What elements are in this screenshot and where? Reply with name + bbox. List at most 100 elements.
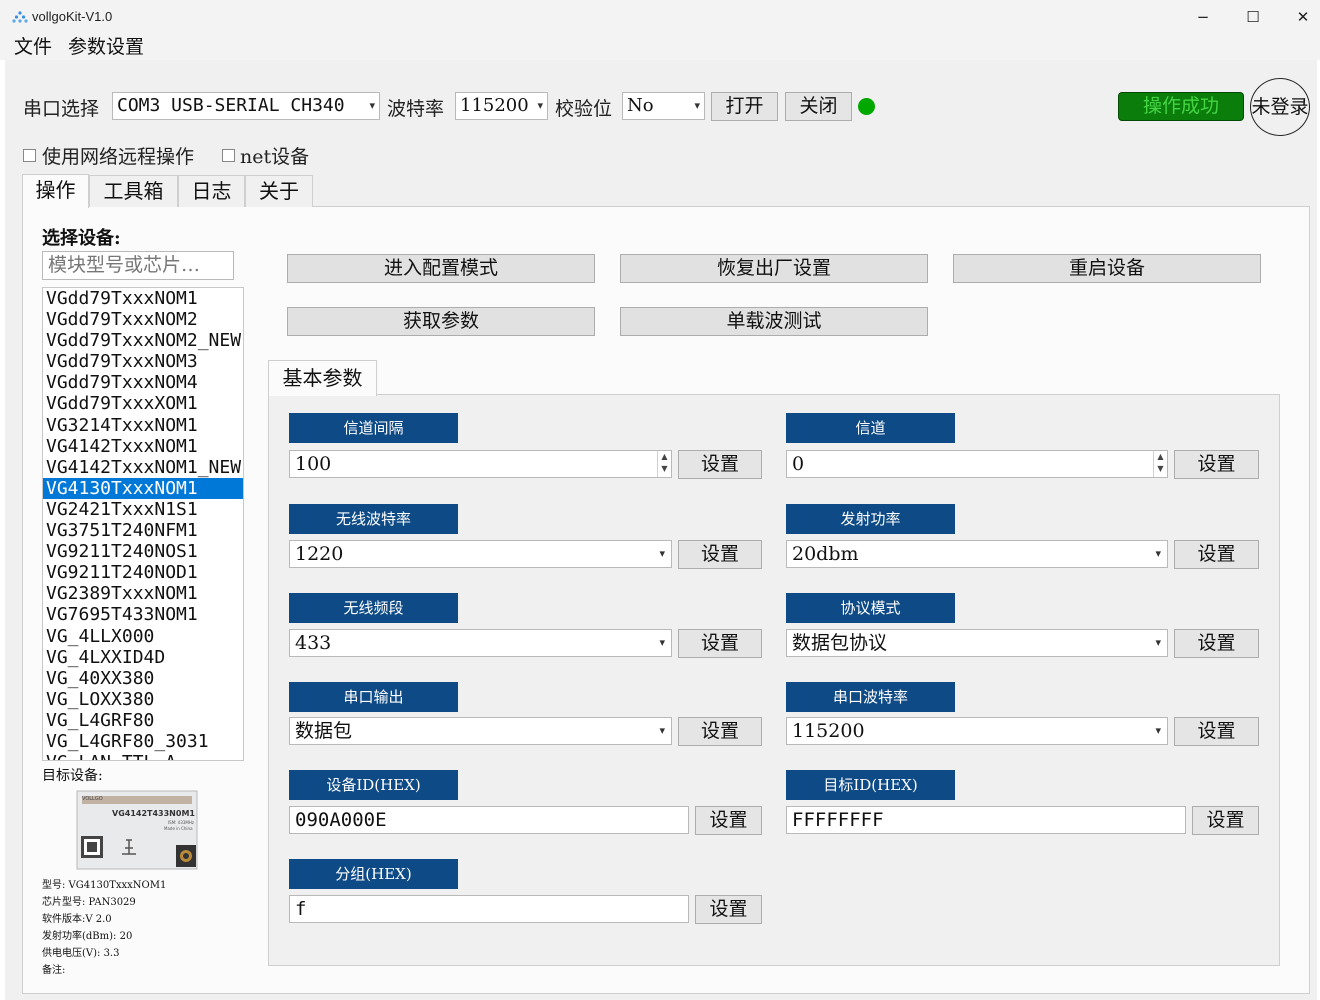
device-list-item[interactable]: VG_L4GRF80 [43,710,243,731]
select-device-label: 选择设备: [42,228,121,249]
air-rate-value: 1220 [295,543,344,565]
device-id-input[interactable]: 090A000E [289,806,689,834]
module-image: VOLLGO VG4142T433N0M1 ISM: 433MHz Made i… [76,790,198,870]
set-tx-power-button[interactable]: 设置 [1174,540,1259,569]
device-list-item[interactable]: VG_4LLX000 [43,626,243,647]
set-protocol-button[interactable]: 设置 [1174,629,1259,658]
device-list-item[interactable]: VGdd79TxxxNOM2_NEW [43,330,243,351]
chevron-down-icon: ▾ [1155,547,1161,560]
connection-status-indicator [858,98,875,115]
set-uart-output-button[interactable]: 设置 [678,717,762,746]
device-list-item[interactable]: VG4142TxxxNOM1 [43,436,243,457]
device-list-item[interactable]: VG_L4GRF80_3031 [43,731,243,752]
set-target-id-button[interactable]: 设置 [1192,806,1259,835]
channel-spacing-input[interactable]: 100 ▲ ▼ [289,450,672,478]
device-list[interactable]: VGdd79TxxxNOM1 VGdd79TxxxNOM2 VGdd79TxxxNO… [42,287,244,761]
chevron-down-icon: ▾ [694,99,700,112]
reboot-button[interactable]: 重启设备 [953,254,1261,283]
menu-file[interactable]: 文件 [14,32,52,59]
set-uart-baud-button[interactable]: 设置 [1174,717,1259,746]
set-channel-spacing-button[interactable]: 设置 [678,450,762,479]
minimize-button[interactable]: − [1180,4,1226,32]
channel-label: 信道 [786,413,955,443]
chevron-down-icon: ▾ [537,99,543,112]
login-button[interactable]: 未登录 [1250,78,1310,136]
protocol-label: 协议模式 [786,593,955,623]
window-title: vollgoKit-V1.0 [32,9,113,24]
close-port-button[interactable]: 关闭 [785,92,852,121]
port-value: COM3 USB-SERIAL CH340 [117,95,345,116]
module-brand: VOLLGO [82,796,103,802]
menu-param-settings[interactable]: 参数设置 [68,32,144,59]
device-list-item[interactable]: VGdd79TxxxNOM3 [43,351,243,372]
device-search-input[interactable]: 模块型号或芯片… [42,251,234,280]
target-id-input[interactable]: FFFFFFFF [786,806,1186,834]
net-checkbox[interactable] [222,149,235,162]
tab-operate[interactable]: 操作 [22,174,89,208]
channel-input[interactable]: 0 ▲ ▼ [786,450,1168,478]
channel-spacing-value: 100 [295,453,332,475]
carrier-test-button[interactable]: 单载波测试 [620,307,928,336]
info-firmware: 软件版本:V 2.0 [42,914,112,925]
target-device-label: 目标设备: [42,768,103,784]
device-list-item[interactable]: VG_LOXX380 [43,689,243,710]
baud-select[interactable]: 115200 ▾ [455,92,548,120]
device-list-item[interactable]: VGdd79TxxxNOM4 [43,372,243,393]
module-name: VG4142T433N0M1 [112,809,195,818]
device-list-item[interactable]: VG2421TxxxN1S1 [43,499,243,520]
set-air-rate-button[interactable]: 设置 [678,540,762,569]
device-list-item[interactable]: VG_40XX380 [43,668,243,689]
uart-baud-select[interactable]: 115200 ▾ [786,717,1168,745]
device-list-item[interactable]: VG_4LXXID4D [43,647,243,668]
device-list-item[interactable]: VGdd79TxxxNOM2 [43,309,243,330]
device-list-item[interactable]: VG9211T240NOS1 [43,541,243,562]
device-list-item[interactable]: VG3751T240NFM1 [43,520,243,541]
maximize-button[interactable]: ☐ [1230,4,1276,32]
air-rate-label: 无线波特率 [289,504,458,534]
device-list-item[interactable]: VG_LAN_TTL_A [43,752,243,760]
info-tx-power: 发射功率(dBm): 20 [42,931,133,942]
device-list-item[interactable]: VGdd79TxxxXOM1 [43,393,243,414]
uart-output-select[interactable]: 数据包 ▾ [289,717,672,745]
baud-label: 波特率 [387,98,445,120]
device-list-item[interactable]: VG3214TxxxNOM1 [43,415,243,436]
tx-power-select[interactable]: 20dbm ▾ [786,540,1168,568]
tab-log[interactable]: 日志 [178,175,245,207]
device-list-item[interactable]: VG2389TxxxNOM1 [43,583,243,604]
tab-basic-params[interactable]: 基本参数 [268,360,377,396]
factory-reset-button[interactable]: 恢复出厂设置 [620,254,928,283]
device-list-item[interactable]: VG7695T433NOM1 [43,604,243,625]
uart-baud-label: 串口波特率 [786,682,955,712]
get-params-button[interactable]: 获取参数 [287,307,595,336]
set-device-id-button[interactable]: 设置 [695,806,762,835]
uart-output-label: 串口输出 [289,682,458,712]
group-input[interactable]: f [289,895,689,923]
spin-updown-icon[interactable]: ▲ ▼ [1153,451,1167,477]
device-list-item[interactable]: VG4130TxxxNOM1 [43,477,243,499]
channel-spacing-label: 信道间隔 [289,413,458,443]
net-label: net设备 [240,146,310,168]
group-label: 分组(HEX) [289,859,458,889]
open-port-button[interactable]: 打开 [711,92,778,121]
chevron-down-icon: ▾ [369,99,375,112]
device-list-item[interactable]: VGdd79TxxxNOM1 [43,288,243,309]
parity-select[interactable]: No ▾ [622,92,705,120]
set-band-button[interactable]: 设置 [678,629,762,658]
port-select[interactable]: COM3 USB-SERIAL CH340 ▾ [112,92,380,120]
device-list-item[interactable]: VG9211T240NOD1 [43,562,243,583]
channel-value: 0 [792,453,805,475]
enter-config-button[interactable]: 进入配置模式 [287,254,595,283]
device-list-item[interactable]: VG4142TxxxNOM1_NEW [43,457,243,478]
set-channel-button[interactable]: 设置 [1174,450,1259,479]
close-window-button[interactable]: ✕ [1280,4,1320,32]
protocol-select[interactable]: 数据包协议 ▾ [786,629,1168,657]
uart-baud-value: 115200 [792,720,865,742]
spin-updown-icon[interactable]: ▲ ▼ [657,451,671,477]
tab-toolbox[interactable]: 工具箱 [89,175,178,207]
air-rate-select[interactable]: 1220 ▾ [289,540,672,568]
parity-label: 校验位 [555,98,613,120]
tab-about[interactable]: 关于 [245,175,313,207]
remote-checkbox[interactable] [23,149,36,162]
set-group-button[interactable]: 设置 [695,895,762,924]
band-select[interactable]: 433 ▾ [289,629,672,657]
